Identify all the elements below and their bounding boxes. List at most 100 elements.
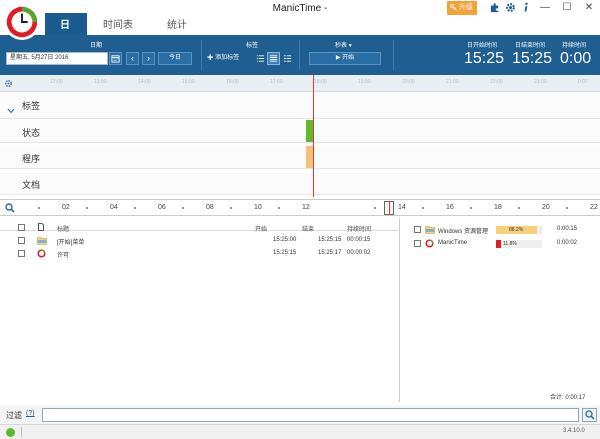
today-button[interactable]: 今日 (158, 52, 192, 65)
row-duration: 00:00:15 (347, 237, 371, 243)
app-share-bar: 11.8% (496, 240, 542, 248)
stopwatch-start-button[interactable]: ▶ 开始 (309, 52, 381, 65)
duration-value: 0:00 (560, 50, 592, 67)
prev-day-button[interactable]: ‹ (126, 52, 139, 65)
detail-view-button[interactable] (267, 52, 280, 65)
overview-tick-dot (86, 207, 88, 209)
tracking-status-icon[interactable] (6, 428, 15, 437)
application-segment[interactable] (306, 146, 313, 168)
add-tag-button[interactable]: + 添加标签 (207, 52, 239, 64)
row-checkbox[interactable] (18, 250, 25, 257)
overview-tick-dot (470, 207, 472, 209)
overview-hour-label: 10 (254, 204, 262, 211)
puzzle-icon[interactable] (489, 2, 500, 13)
filter-search-button[interactable] (582, 408, 597, 422)
app-checkbox[interactable] (414, 226, 421, 233)
search-icon (585, 410, 595, 420)
caret-down-icon: ▾ (348, 43, 352, 49)
status-active-segment[interactable] (306, 120, 313, 142)
filter-input[interactable] (42, 408, 579, 422)
folder-icon (425, 226, 435, 234)
next-day-button[interactable]: › (142, 52, 155, 65)
day-overview-bar[interactable]: 02 04 06 08 10 12 14 16 18 20 22 (0, 199, 600, 216)
compact-list-icon[interactable] (283, 54, 292, 63)
row-checkbox[interactable] (18, 237, 25, 244)
row-end: 15:25:17 (318, 250, 342, 256)
column-title[interactable]: 标题 (57, 224, 69, 233)
close-button[interactable]: ✕ (577, 0, 600, 16)
detail-list-icon (269, 55, 278, 62)
ruler-tick-label: 15:00 (182, 79, 195, 85)
row-title: 许可 (57, 253, 70, 259)
overview-tick-dot (518, 207, 520, 209)
overview-range-handle[interactable] (384, 201, 394, 215)
settings-gear-icon[interactable] (4, 79, 13, 88)
app-share-percent: 88.2% (509, 227, 524, 233)
overview-tick-dot (374, 207, 376, 209)
row-label-tags: 标签 (22, 101, 41, 111)
column-start[interactable]: 开始 (255, 224, 267, 233)
ruler-tick-label: 12:00 (50, 79, 63, 85)
overview-hour-label: 20 (542, 204, 550, 211)
app-duration: 0:00:15 (557, 226, 578, 232)
ruler-tick-label: 20:00 (402, 79, 415, 85)
date-picker-input[interactable]: 星期五, 5月27日 2016 (6, 52, 108, 65)
filter-help-link[interactable]: (?) (26, 410, 35, 417)
title-bar: ManicTime - 升级 — ☐ ✕ (0, 0, 600, 18)
gear-icon[interactable] (505, 2, 516, 13)
app-duration: 0:00:02 (557, 240, 578, 246)
app-checkbox[interactable] (414, 240, 421, 247)
overview-hour-label: 02 (62, 204, 70, 211)
overview-tick-dot (278, 207, 280, 209)
chevron-left-icon: ‹ (131, 53, 134, 63)
info-icon[interactable] (520, 2, 531, 13)
stopwatch-header[interactable]: 秒表 ▾ (335, 40, 352, 49)
play-icon: ▶ (335, 55, 341, 61)
current-time-line (313, 75, 314, 197)
column-end[interactable]: 结束 (302, 224, 314, 233)
select-all-checkbox[interactable] (18, 224, 25, 231)
start-label: 开始 (342, 55, 355, 61)
stopwatch-label: 秒表 (335, 43, 348, 49)
row-duration: 00:00:02 (347, 250, 371, 256)
upgrade-button[interactable]: 升级 (447, 1, 477, 15)
app-name: Windows 资源管理 (438, 229, 489, 235)
column-duration[interactable]: 持续时间 (347, 224, 371, 233)
ribbon-separator (393, 40, 394, 70)
chevron-down-icon[interactable] (7, 108, 15, 114)
tab-statistics[interactable]: 统计 (167, 16, 187, 31)
ruler-tick-label: 13:00 (94, 79, 107, 85)
ruler-tick-label: 14:00 (138, 79, 151, 85)
duration-header: 持续时间 (562, 43, 587, 49)
ribbon-separator (201, 40, 202, 70)
upgrade-label: 升级 (459, 4, 473, 11)
timeline-row-applications[interactable]: 程序 (0, 146, 600, 169)
overview-tick-dot (422, 207, 424, 209)
overview-hour-label: 18 (494, 204, 502, 211)
overview-hour-label: 14 (398, 204, 406, 211)
status-bar: 3.4.10.0 (0, 424, 600, 439)
timeline-row-status[interactable]: 状态 (0, 120, 600, 143)
tab-day[interactable]: 日 (60, 16, 70, 31)
timeline-row-documents[interactable]: 文档 (0, 172, 600, 195)
row-label-applications: 程序 (22, 154, 41, 164)
app-window: ManicTime - 升级 — ☐ ✕ 日 时间表 统计 日期 星期五, 5月… (0, 0, 600, 439)
folder-icon (37, 237, 47, 245)
plus-icon: + (207, 52, 214, 64)
overview-hour-label: 08 (206, 204, 214, 211)
timeline-row-tags[interactable]: 标签 (0, 93, 600, 119)
app-name: ManicTime (438, 240, 468, 246)
ruler-tick-label: 0:00 (578, 79, 588, 85)
tab-timeline[interactable]: 时间表 (103, 16, 133, 31)
row-label-documents: 文档 (22, 180, 41, 190)
row-title: [开始]菜单 (57, 240, 85, 246)
calendar-button[interactable] (109, 52, 122, 65)
timeline-ruler[interactable]: 12:00 13:00 14:00 15:00 16:00 17:00 18:00 19:00… (0, 75, 600, 92)
search-icon[interactable] (5, 203, 15, 213)
list-view-icon[interactable] (256, 54, 265, 63)
minimize-button[interactable]: — (533, 0, 557, 16)
day-start-header: 日开始时间 (467, 43, 498, 49)
calendar-icon (111, 55, 120, 63)
maximize-button[interactable]: ☐ (555, 0, 579, 16)
overview-now-marker (389, 202, 390, 214)
